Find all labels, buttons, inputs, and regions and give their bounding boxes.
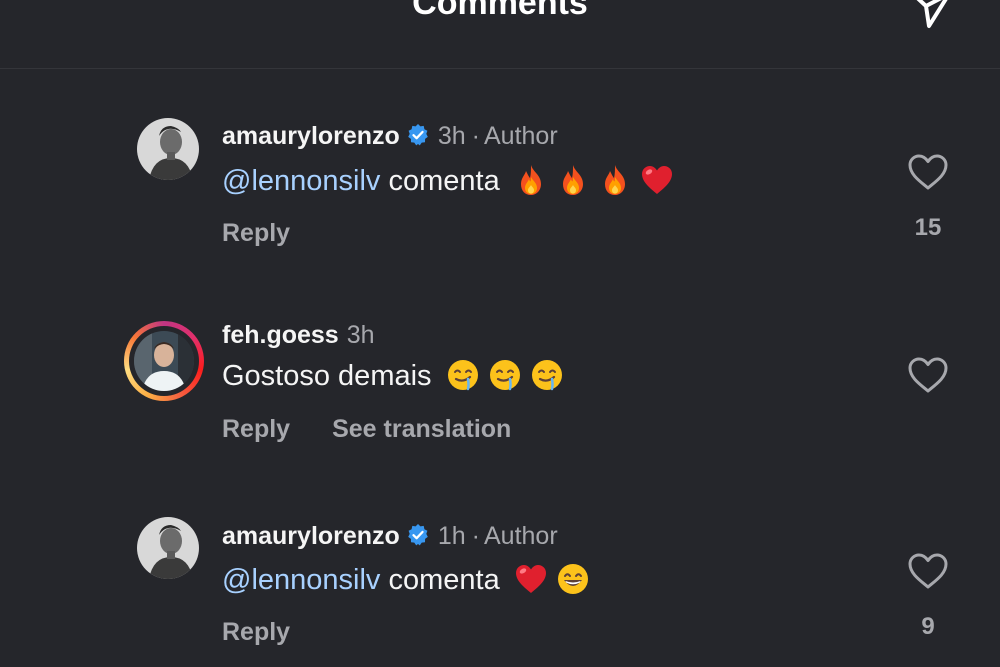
fire-icon (556, 163, 590, 197)
avatar[interactable] (137, 118, 199, 180)
comment-time: 3h (346, 321, 375, 349)
avatar[interactable] (134, 331, 194, 391)
reply-button[interactable]: Reply (222, 415, 290, 443)
comment-username[interactable]: feh.goess (222, 321, 339, 349)
comment-username[interactable]: amaurylorenzo (222, 522, 400, 550)
reply-button[interactable]: Reply (222, 219, 290, 247)
see-translation-button[interactable]: See translation (332, 415, 511, 443)
like-heart-icon[interactable] (906, 355, 950, 395)
red-heart-icon (640, 163, 674, 197)
like-heart-icon[interactable] (906, 551, 950, 591)
author-label: Author (483, 522, 558, 550)
send-icon[interactable] (905, 0, 953, 36)
avatar[interactable] (137, 517, 199, 579)
fire-icon (514, 163, 548, 197)
separator-dot: · (471, 522, 480, 550)
separator-dot: · (471, 122, 480, 150)
author-label: Author (483, 122, 558, 150)
reply-button[interactable]: Reply (222, 618, 290, 646)
comment-time: 3h (437, 122, 466, 150)
fire-icon (598, 163, 632, 197)
story-ring[interactable] (124, 321, 204, 401)
drooling-face-icon (530, 358, 564, 392)
comment-time: 1h (437, 522, 466, 550)
comments-header: Comments (0, 0, 1000, 69)
verified-badge-icon (406, 123, 430, 147)
grinning-face-icon (556, 562, 590, 596)
like-heart-icon[interactable] (906, 152, 950, 192)
comment-text: comenta (388, 165, 500, 197)
like-count: 9 (921, 613, 935, 640)
comment-text: comenta (388, 564, 500, 596)
comment-mention[interactable]: @lennonsilv (222, 564, 380, 596)
comment-mention[interactable]: @lennonsilv (222, 165, 380, 197)
page-title: Comments (412, 0, 588, 22)
verified-badge-icon (406, 523, 430, 547)
drooling-face-icon (488, 358, 522, 392)
comment-text: Gostoso demais (222, 360, 432, 392)
drooling-face-icon (446, 358, 480, 392)
comment-username[interactable]: amaurylorenzo (222, 122, 400, 150)
red-heart-icon (514, 562, 548, 596)
like-count: 15 (914, 214, 942, 241)
